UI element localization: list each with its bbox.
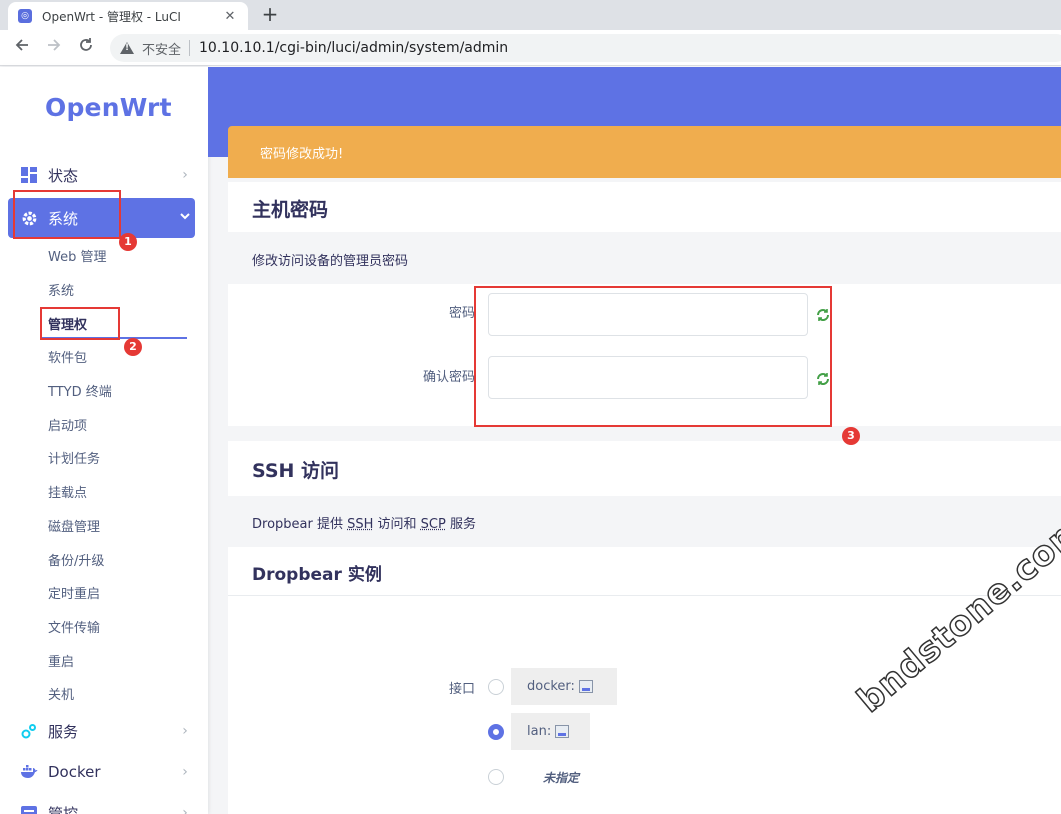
annotation-number-1: 1: [119, 233, 137, 251]
annotation-number-3: 3: [842, 427, 860, 445]
insecure-label: 不安全: [142, 42, 182, 58]
sidebar-item-label: 管控: [48, 804, 79, 814]
radio-docker[interactable]: [488, 679, 504, 695]
address-bar: 不安全 10.10.10.1/cgi-bin/luci/admin/system…: [0, 30, 1061, 66]
omnibox-separator: [189, 40, 191, 56]
dashboard-icon: [20, 166, 38, 184]
section-title: Dropbear 实例: [252, 565, 382, 585]
sidebar-item-label: 状态: [48, 166, 79, 185]
forward-icon[interactable]: [42, 36, 66, 60]
ssh-desc-prefix: Dropbear 提供: [252, 517, 348, 532]
network-interface-icon: [578, 680, 593, 693]
tab-close-icon[interactable]: ✕: [222, 9, 238, 24]
submenu-item-software[interactable]: 软件包: [48, 347, 87, 366]
submenu-item-shutdown[interactable]: 关机: [48, 684, 74, 703]
services-icon: [20, 722, 38, 740]
success-alert: 密码修改成功!: [228, 126, 1061, 178]
dropbear-instance-card: Dropbear 实例: [228, 547, 1061, 814]
submenu-item-mounts[interactable]: 挂载点: [48, 482, 87, 501]
sidebar-item-control[interactable]: 管控 ›: [8, 793, 195, 814]
ssh-abbr: SSH: [347, 517, 374, 532]
submenu-item-crontab[interactable]: 计划任务: [48, 448, 100, 467]
ssh-desc-suffix: 服务: [445, 517, 476, 532]
chevron-right-icon: ›: [182, 764, 188, 780]
ssh-access-card: SSH 访问: [228, 441, 1061, 496]
submenu-item-startup[interactable]: 启动项: [48, 415, 87, 434]
control-icon: [20, 804, 38, 814]
openwrt-favicon-icon: ◎: [18, 9, 32, 23]
host-password-card: 主机密码: [228, 182, 1061, 232]
docker-icon: [20, 763, 38, 781]
sidebar-item-docker[interactable]: Docker ›: [8, 752, 195, 792]
submenu-item-disk[interactable]: 磁盘管理: [48, 516, 100, 535]
interface-label: 接口: [448, 682, 475, 697]
new-tab-button[interactable]: +: [258, 3, 282, 27]
ssh-description: Dropbear 提供 SSH 访问和 SCP 服务: [252, 513, 476, 532]
section-title: 主机密码: [252, 199, 329, 221]
chevron-right-icon: ›: [182, 723, 188, 739]
password-label: 密码: [448, 306, 475, 321]
network-interface-icon: [555, 725, 570, 738]
sidebar-item-services[interactable]: 服务 ›: [8, 711, 195, 751]
host-password-description: 修改访问设备的管理员密码: [252, 254, 409, 269]
tab-title: OpenWrt - 管理权 - LuCI: [42, 9, 181, 24]
unspecified-label: 未指定: [543, 771, 580, 785]
chevron-down-icon: [175, 210, 195, 226]
annotation-number-2: 2: [124, 338, 142, 356]
interface-badge-lan: lan:: [511, 713, 590, 750]
sidebar-item-label: Docker: [48, 763, 101, 781]
annotation-box-1: [13, 190, 121, 239]
submenu-item-system[interactable]: 系统: [48, 280, 74, 299]
annotation-box-3: [474, 286, 832, 427]
url-text: 10.10.10.1/cgi-bin/luci/admin/system/adm…: [199, 40, 509, 56]
submenu-item-backup[interactable]: 备份/升级: [48, 550, 104, 569]
back-icon[interactable]: [10, 36, 34, 60]
reload-icon[interactable]: [74, 36, 98, 60]
sidebar: OpenWrt 状态 › 系统 Web 管理 系统 管理权 软件包 TTYD 终…: [0, 67, 208, 814]
submenu-item-web-admin[interactable]: Web 管理: [48, 246, 106, 265]
submenu-item-timed-reboot[interactable]: 定时重启: [48, 583, 100, 602]
interface-badge-docker: docker:: [511, 668, 617, 705]
section-title: SSH 访问: [252, 460, 340, 482]
browser-tab[interactable]: ◎ OpenWrt - 管理权 - LuCI ✕: [8, 2, 248, 30]
card-divider: [228, 595, 1061, 596]
radio-unspecified[interactable]: [488, 769, 504, 785]
warning-icon: [120, 42, 134, 54]
confirm-password-label: 确认密码: [422, 370, 475, 385]
ssh-desc-mid: 访问和: [373, 517, 421, 532]
url-omnibox[interactable]: 不安全 10.10.10.1/cgi-bin/luci/admin/system…: [110, 34, 1061, 62]
interface-name: docker:: [527, 679, 575, 694]
browser-tab-bar: ◎ OpenWrt - 管理权 - LuCI ✕ +: [0, 0, 1061, 30]
openwrt-logo: OpenWrt: [45, 93, 172, 122]
chevron-right-icon: ›: [182, 167, 188, 183]
scp-abbr: SCP: [420, 517, 446, 532]
chevron-right-icon: ›: [182, 805, 188, 814]
interface-name: lan:: [527, 724, 552, 739]
submenu-item-reboot[interactable]: 重启: [48, 651, 74, 670]
sidebar-item-label: 服务: [48, 722, 79, 741]
annotation-box-2: [40, 307, 120, 340]
submenu-item-file-transfer[interactable]: 文件传输: [48, 617, 100, 636]
sidebar-item-status[interactable]: 状态 ›: [8, 155, 195, 195]
radio-lan[interactable]: [488, 724, 504, 740]
submenu-item-ttyd[interactable]: TTYD 终端: [48, 381, 112, 400]
